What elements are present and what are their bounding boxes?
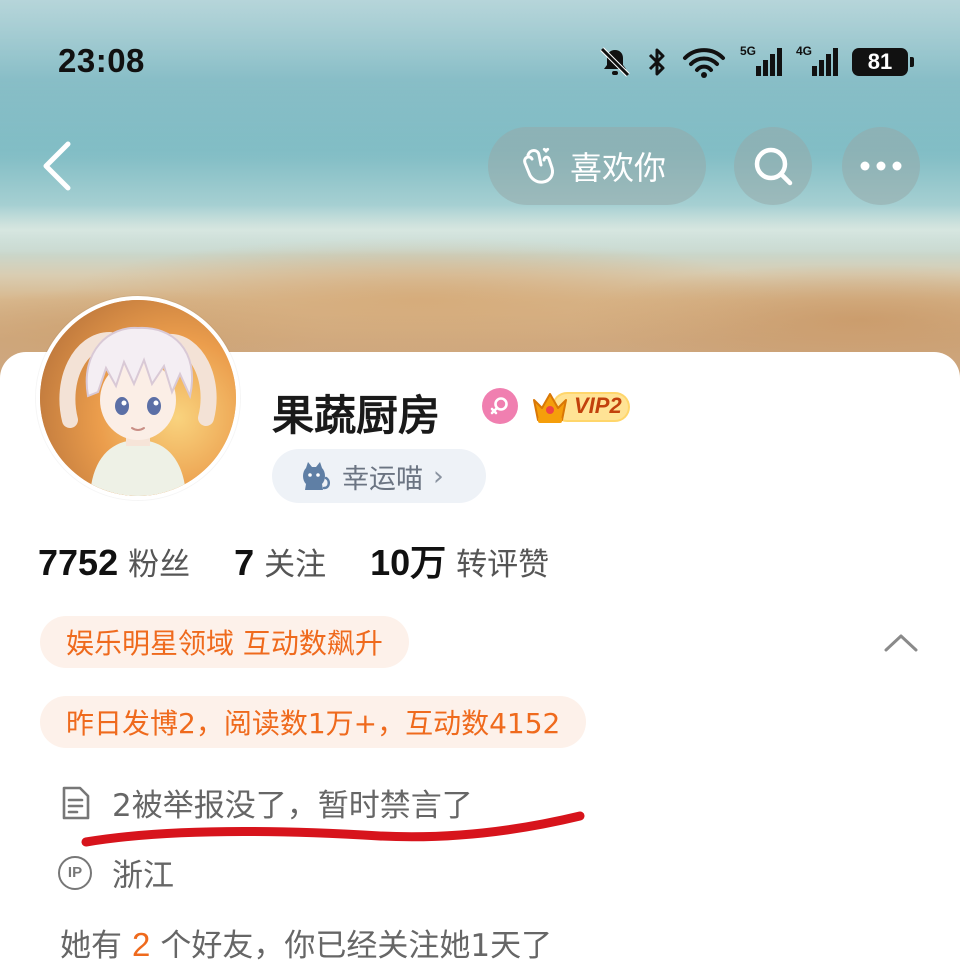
lucky-cat-badge[interactable]: 幸运喵 › [272, 449, 486, 503]
chevron-up-icon [884, 634, 918, 652]
lucky-cat-chevron: › [433, 460, 444, 492]
following-stat[interactable]: 7 关注 [234, 539, 326, 584]
search-button[interactable] [734, 127, 812, 205]
cat-icon [303, 462, 330, 490]
cover-sky [0, 0, 960, 160]
activity-tag[interactable]: 昨日发博2，阅读数1万+，互动数4152 [40, 696, 587, 748]
like-you-button[interactable]: 喜欢你 [488, 127, 706, 205]
chevron-left-icon [43, 141, 71, 191]
vip-badge[interactable]: VIP2 [530, 386, 632, 428]
collapse-button[interactable] [882, 626, 920, 658]
status-icons: 5G 4G 81 [598, 44, 914, 80]
search-icon [754, 147, 793, 186]
profile-name: 果蔬厨房 [272, 391, 441, 440]
wifi-icon [683, 48, 725, 78]
vip-label: VIP2 [574, 393, 622, 418]
domain-tag[interactable]: 娱乐明星领域 互动数飙升 [40, 616, 409, 668]
friends-row[interactable]: 她有 2 个好友，你已经关注她1天了 [60, 920, 552, 965]
friends-count: 2 [132, 926, 151, 963]
bluetooth-icon [648, 48, 665, 76]
followers-stat[interactable]: 7752 粉丝 [38, 539, 190, 584]
lucky-cat-label: 幸运喵 [342, 463, 423, 495]
following-count: 7 [234, 542, 255, 583]
battery-indicator: 81 [852, 48, 914, 76]
ip-row: IP 浙江 [58, 850, 174, 895]
friends-suffix: 个好友，你已经关注她1天了 [160, 928, 553, 964]
following-label: 关注 [264, 547, 327, 583]
red-underline-annotation [81, 811, 585, 847]
ip-location: 浙江 [112, 858, 174, 894]
engagement-stat[interactable]: 10万 转评赞 [370, 534, 549, 586]
ip-icon: IP [58, 855, 92, 890]
engagement-label: 转评赞 [456, 547, 550, 583]
status-time: 23:08 [58, 42, 145, 79]
signal-4g-icon: 4G [796, 44, 838, 78]
friends-prefix: 她有 [60, 928, 122, 964]
back-button[interactable] [30, 136, 90, 196]
followers-label: 粉丝 [128, 547, 191, 583]
stats-row: 7752 粉丝 7 关注 10万 转评赞 [38, 534, 593, 586]
female-gender-icon [482, 388, 518, 424]
finger-heart-icon [523, 147, 554, 184]
engagement-count: 10万 [370, 542, 447, 583]
like-you-label: 喜欢你 [570, 149, 667, 187]
avatar[interactable] [36, 296, 240, 500]
signal-5g-icon: 5G [740, 44, 782, 78]
cover-wave [0, 205, 960, 255]
followers-count: 7752 [38, 542, 119, 583]
mute-bell-icon [600, 47, 630, 77]
avatar-illustration [40, 300, 236, 496]
more-icon [860, 161, 902, 171]
more-button[interactable] [842, 127, 920, 205]
